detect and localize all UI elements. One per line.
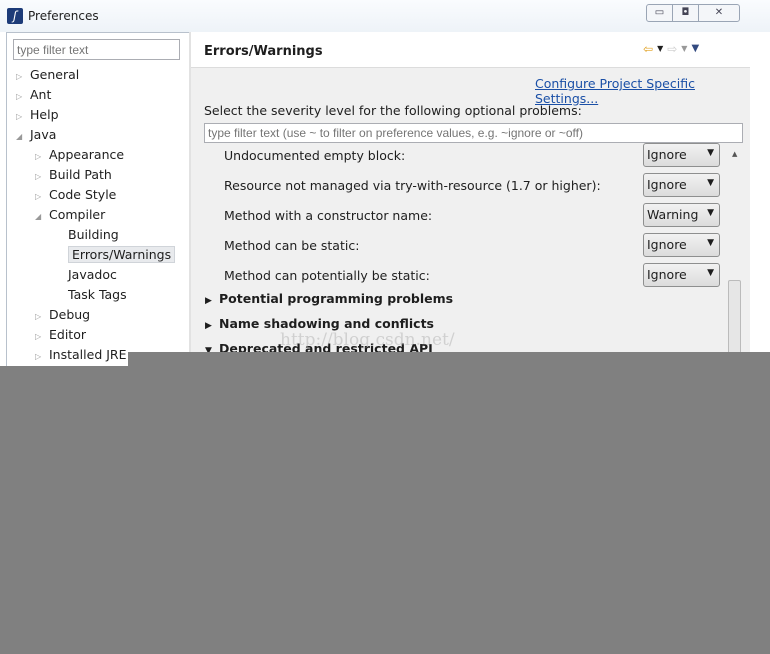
section-header[interactable]: ▶ Name shadowing and conflicts bbox=[205, 316, 434, 331]
tree-item-label: Debug bbox=[49, 307, 91, 322]
back-arrow-icon[interactable]: ⇦ bbox=[643, 42, 653, 56]
forward-dropdown-icon[interactable]: ▼ bbox=[681, 42, 687, 56]
dropdown-value: Ignore bbox=[647, 147, 687, 162]
tree-item[interactable]: ▷ Ant bbox=[16, 86, 51, 106]
tree-item[interactable]: ▷ Installed JRE bbox=[35, 346, 127, 366]
tree-item[interactable]: ▷ Editor bbox=[35, 326, 86, 346]
tree-item[interactable]: ▷ Debug bbox=[35, 306, 90, 326]
dropdown-value: Warning bbox=[647, 207, 699, 222]
expand-toggle-icon[interactable]: ◢ bbox=[35, 208, 49, 226]
section-header[interactable]: ▶ Potential programming problems bbox=[205, 291, 453, 306]
tree-item-label: Appearance bbox=[49, 147, 125, 162]
option-label: Resource not managed via try-with-resour… bbox=[224, 178, 601, 193]
expand-toggle-icon[interactable]: ▷ bbox=[16, 108, 30, 126]
watermark: http://blog.csdn.net/ bbox=[280, 330, 455, 350]
severity-dropdown[interactable]: Ignore ▼ bbox=[643, 143, 720, 167]
option-label: Method can potentially be static: bbox=[224, 268, 430, 283]
eclipse-icon: ʃ bbox=[7, 8, 23, 24]
back-dropdown-icon[interactable]: ▼ bbox=[657, 42, 663, 56]
tree-item-label: Build Path bbox=[49, 167, 112, 182]
tree-item[interactable]: Javadoc bbox=[54, 266, 117, 286]
severity-dropdown[interactable]: Ignore ▼ bbox=[643, 263, 720, 287]
page-area: Errors/Warnings ⇦ ▼ ⇨ ▼ ▼ Configure Proj… bbox=[191, 32, 750, 370]
severity-dropdown[interactable]: Ignore ▼ bbox=[643, 173, 720, 197]
chevron-down-icon: ▼ bbox=[707, 268, 714, 278]
section-label: Name shadowing and conflicts bbox=[219, 316, 434, 331]
dropdown-value: Ignore bbox=[647, 267, 687, 282]
tree-item[interactable]: ▷ Appearance bbox=[35, 146, 124, 166]
chevron-down-icon: ▼ bbox=[707, 208, 714, 218]
expand-toggle-icon[interactable]: ▷ bbox=[35, 328, 49, 346]
tree-item[interactable]: ◢ Compiler bbox=[35, 206, 105, 226]
problem-filter-input[interactable] bbox=[204, 123, 743, 143]
tree-item-label: Java bbox=[30, 127, 57, 142]
severity-dropdown[interactable]: Ignore ▼ bbox=[643, 233, 720, 257]
severity-dropdown[interactable]: Warning ▼ bbox=[643, 203, 720, 227]
expand-toggle-icon[interactable]: ▷ bbox=[35, 348, 49, 366]
dropdown-value: Ignore bbox=[647, 237, 687, 252]
minimize-button[interactable]: ▭ bbox=[647, 5, 673, 21]
tree-item[interactable]: Errors/Warnings bbox=[54, 246, 176, 266]
tree-item-label: Ant bbox=[30, 87, 52, 102]
tree-item-label: General bbox=[30, 67, 80, 82]
tree-item-label: Javadoc bbox=[68, 267, 117, 282]
tree-item-label: Task Tags bbox=[68, 287, 127, 302]
tree-item-label: Building bbox=[68, 227, 119, 242]
tree-item[interactable]: ▷ General bbox=[16, 66, 79, 86]
view-menu-icon[interactable]: ▼ bbox=[691, 42, 699, 56]
tree-item-label: Errors/Warnings bbox=[68, 246, 176, 263]
expand-toggle-icon[interactable]: ▷ bbox=[35, 308, 49, 326]
expand-toggle-icon[interactable]: ▷ bbox=[35, 168, 49, 186]
option-label: Method with a constructor name: bbox=[224, 208, 433, 223]
expand-toggle-icon[interactable]: ▷ bbox=[16, 68, 30, 86]
dropdown-value: Ignore bbox=[647, 177, 687, 192]
chevron-down-icon: ▼ bbox=[707, 178, 714, 188]
title-bar: ʃ Preferences ▭ ◘ ✕ bbox=[0, 0, 770, 32]
forward-arrow-icon[interactable]: ⇨ bbox=[667, 42, 677, 56]
close-button[interactable]: ✕ bbox=[699, 5, 739, 21]
tree-item-label: Compiler bbox=[49, 207, 106, 222]
tree-item[interactable]: Building bbox=[54, 226, 119, 246]
option-label: Undocumented empty block: bbox=[224, 148, 406, 163]
window-title: Preferences bbox=[28, 9, 99, 23]
instruction-text: Select the severity level for the follow… bbox=[204, 103, 582, 118]
tree-item-label: Help bbox=[30, 107, 59, 122]
maximize-button[interactable]: ◘ bbox=[673, 5, 699, 21]
expand-toggle-icon[interactable]: ▷ bbox=[35, 188, 49, 206]
tree-item[interactable]: ▷ Build Path bbox=[35, 166, 112, 186]
tree-item-label: Editor bbox=[49, 327, 86, 342]
tree-item-label: Installed JRE bbox=[49, 347, 127, 362]
expand-toggle-icon[interactable]: ◢ bbox=[16, 128, 30, 146]
chevron-down-icon: ▼ bbox=[707, 238, 714, 248]
expand-triangle-icon[interactable]: ▶ bbox=[205, 321, 219, 331]
expand-triangle-icon[interactable]: ▶ bbox=[205, 296, 219, 306]
page-title: Errors/Warnings bbox=[204, 44, 323, 59]
tree-item[interactable]: Task Tags bbox=[54, 286, 127, 306]
sidebar-filter-input[interactable] bbox=[13, 39, 180, 60]
tree-item[interactable]: ▷ Help bbox=[16, 106, 59, 126]
option-label: Method can be static: bbox=[224, 238, 360, 253]
configure-project-link[interactable]: Configure Project Specific Settings... bbox=[535, 76, 750, 106]
tree-item[interactable]: ◢ Java bbox=[16, 126, 56, 146]
blank-region bbox=[0, 366, 770, 654]
tree-item-label: Code Style bbox=[49, 187, 117, 202]
section-label: Potential programming problems bbox=[219, 291, 454, 306]
chevron-down-icon: ▼ bbox=[707, 148, 714, 158]
expand-toggle-icon[interactable]: ▷ bbox=[35, 148, 49, 166]
expand-toggle-icon[interactable]: ▷ bbox=[16, 88, 30, 106]
tree-item[interactable]: ▷ Code Style bbox=[35, 186, 116, 206]
